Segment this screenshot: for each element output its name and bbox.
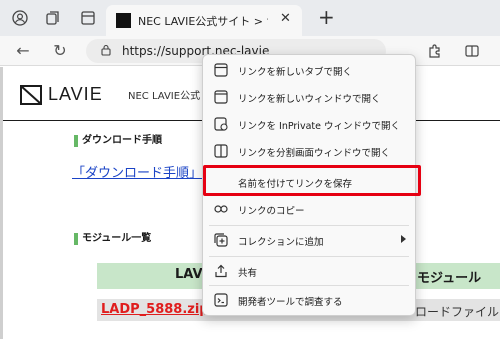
split-screen-toolbar-icon[interactable] (464, 43, 480, 59)
menu-label: 開発者ツールで調査する (238, 297, 343, 308)
new-window-icon (214, 90, 228, 104)
new-tab-icon (214, 63, 228, 77)
submenu-arrow-icon (401, 235, 406, 243)
module-file-link[interactable]: LADP_5888.zip (101, 302, 209, 317)
link-icon (214, 205, 228, 213)
module-file-description: ロードファイル (415, 305, 500, 319)
menu-label: リンクを分割画面ウィンドウで開く (238, 148, 391, 159)
menu-item-open-inprivate[interactable]: リンクを InPrivate ウィンドウで開く (203, 111, 415, 137)
collections-icon (214, 233, 228, 247)
browser-titlebar: NEC LAVIE公式サイト > サービス&サ ✕ + (0, 0, 500, 36)
back-button[interactable]: ← (14, 42, 32, 60)
download-steps-link[interactable]: 「ダウンロード手順」 (72, 162, 202, 181)
menu-item-open-new-tab[interactable]: リンクを新しいタブで開く (203, 57, 415, 83)
nec-favicon-icon (116, 13, 131, 28)
site-name: NEC LAVIE公式 (128, 91, 201, 102)
menu-label: リンクを新しいタブで開く (238, 67, 353, 78)
menu-item-copy-link[interactable]: リンクのコピー (203, 196, 415, 222)
share-icon (215, 264, 227, 278)
tab-active[interactable]: NEC LAVIE公式サイト > サービス&サ ✕ (106, 5, 302, 36)
menu-item-open-new-window[interactable]: リンクを新しいウィンドウで開く (203, 84, 415, 110)
menu-item-inspect[interactable]: 開発者ツールで調査する (203, 287, 415, 313)
devtools-icon (214, 293, 228, 307)
section-heading-modules: モジュール一覧 (74, 232, 151, 246)
menu-label: リンクを InPrivate ウィンドウで開く (238, 121, 400, 132)
section-heading-download: ダウンロード手順 (74, 134, 162, 148)
reload-button[interactable]: ↻ (51, 42, 69, 60)
menu-label: 共有 (238, 268, 258, 279)
tab-close-button[interactable]: ✕ (280, 11, 291, 26)
table-header-module: モジュール (417, 271, 482, 286)
menu-label: リンクのコピー (238, 206, 305, 217)
split-screen-icon (214, 144, 228, 158)
menu-separator (209, 256, 409, 257)
tab-actions-icon[interactable] (80, 10, 96, 26)
highlight-box (203, 165, 421, 196)
menu-item-share[interactable]: 共有 (203, 258, 415, 284)
menu-separator (209, 225, 409, 226)
tab-title: NEC LAVIE公式サイト > サービス&サ (138, 15, 268, 28)
profile-icon[interactable] (12, 10, 28, 26)
menu-separator (209, 285, 409, 286)
menu-item-add-to-collections[interactable]: コレクションに追加 (203, 227, 415, 253)
new-tab-button[interactable]: + (318, 7, 335, 27)
workspaces-icon[interactable] (45, 10, 61, 26)
logo-text: LAVIE (48, 84, 103, 104)
menu-label: リンクを新しいウィンドウで開く (238, 94, 381, 105)
lavie-logo-mark-icon (20, 85, 42, 105)
table-header-lavie: LAV (175, 267, 203, 282)
menu-label: コレクションに追加 (238, 237, 324, 248)
menu-item-open-split-screen[interactable]: リンクを分割画面ウィンドウで開く (203, 138, 415, 164)
extensions-icon[interactable] (427, 43, 443, 59)
inprivate-icon (214, 117, 228, 131)
lock-icon[interactable] (100, 44, 112, 56)
